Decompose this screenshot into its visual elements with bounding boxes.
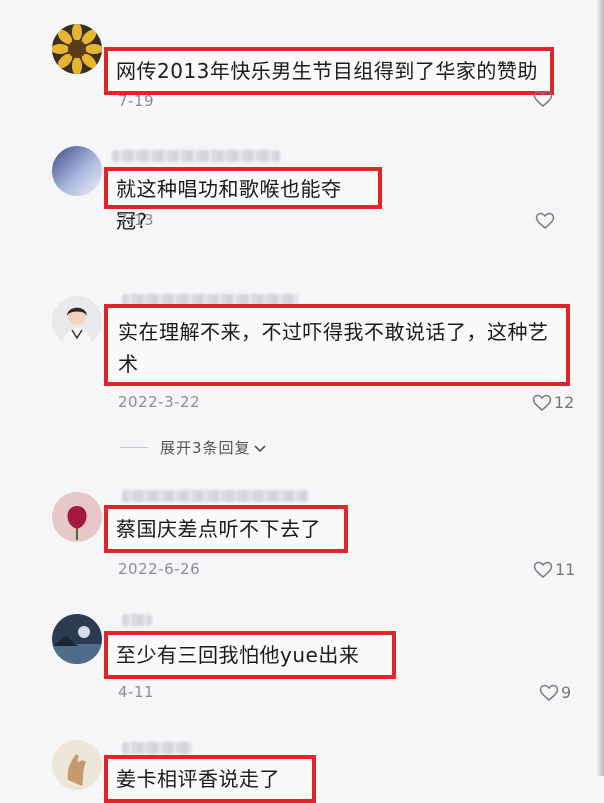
blue-gradient-avatar-icon bbox=[52, 146, 102, 196]
expand-replies-label: 展开3条回复 bbox=[160, 439, 251, 457]
person-avatar-icon bbox=[52, 296, 102, 346]
screen-edge bbox=[596, 0, 604, 776]
like-button[interactable]: 9 bbox=[539, 683, 571, 702]
sunflower-avatar-icon bbox=[52, 24, 102, 74]
divider bbox=[120, 447, 148, 448]
landscape-avatar-icon bbox=[52, 614, 102, 664]
like-button[interactable]: 11 bbox=[533, 560, 575, 579]
like-count: 12 bbox=[554, 393, 575, 412]
avatar[interactable] bbox=[52, 146, 102, 196]
comment-date: 2022-3-22 bbox=[118, 393, 201, 411]
heart-outline-icon bbox=[533, 90, 553, 107]
like-button[interactable] bbox=[533, 90, 553, 108]
flower-avatar-icon bbox=[52, 492, 102, 542]
avatar[interactable] bbox=[52, 24, 102, 74]
comment-text-box: 网传2013年快乐男生节目组得到了华家的赞助 bbox=[104, 47, 554, 95]
like-button[interactable] bbox=[535, 212, 555, 230]
comment-text: 实在理解不来，不过吓得我不敢说话了，这种艺术 bbox=[118, 320, 549, 376]
avatar[interactable] bbox=[52, 492, 102, 542]
hand-avatar-icon bbox=[52, 740, 102, 790]
comment-date: 7-13 bbox=[118, 211, 155, 229]
avatar[interactable] bbox=[52, 614, 102, 664]
comment-text: 网传2013年快乐男生节目组得到了华家的赞助 bbox=[116, 59, 538, 83]
comment-date: 2022-6-26 bbox=[118, 560, 201, 578]
heart-outline-icon bbox=[535, 212, 555, 229]
username-blurred bbox=[122, 614, 152, 626]
comment-text: 蔡国庆差点听不下去了 bbox=[116, 517, 321, 541]
comment-date: 7-19 bbox=[118, 92, 155, 110]
username-blurred bbox=[112, 150, 280, 162]
heart-outline-icon bbox=[533, 561, 553, 578]
comment-text: 至少有三回我怕他yue出来 bbox=[116, 643, 360, 667]
like-count: 11 bbox=[555, 560, 576, 579]
comment-text-box: 蔡国庆差点听不下去了 bbox=[104, 505, 348, 553]
chevron-down-icon bbox=[253, 444, 266, 452]
comment-text: 姜卡相评香说走了 bbox=[116, 767, 280, 791]
comment-text-box: 就这种唱功和歌喉也能夺冠? bbox=[104, 167, 382, 233]
avatar[interactable] bbox=[52, 740, 102, 790]
like-count: 9 bbox=[561, 683, 572, 702]
heart-outline-icon bbox=[539, 684, 559, 701]
heart-outline-icon bbox=[532, 394, 552, 411]
avatar[interactable] bbox=[52, 296, 102, 346]
comment-date: 4-11 bbox=[118, 683, 155, 701]
like-button[interactable]: 12 bbox=[532, 393, 574, 412]
comment-text-box: 姜卡相评香说走了 bbox=[104, 755, 316, 803]
comment-text-box: 至少有三回我怕他yue出来 bbox=[104, 631, 396, 679]
expand-replies-button[interactable]: 展开3条回复 bbox=[120, 437, 267, 458]
username-blurred bbox=[122, 490, 308, 502]
username-blurred bbox=[122, 742, 192, 754]
comment-text-box: 实在理解不来，不过吓得我不敢说话了，这种艺术 bbox=[104, 304, 570, 386]
